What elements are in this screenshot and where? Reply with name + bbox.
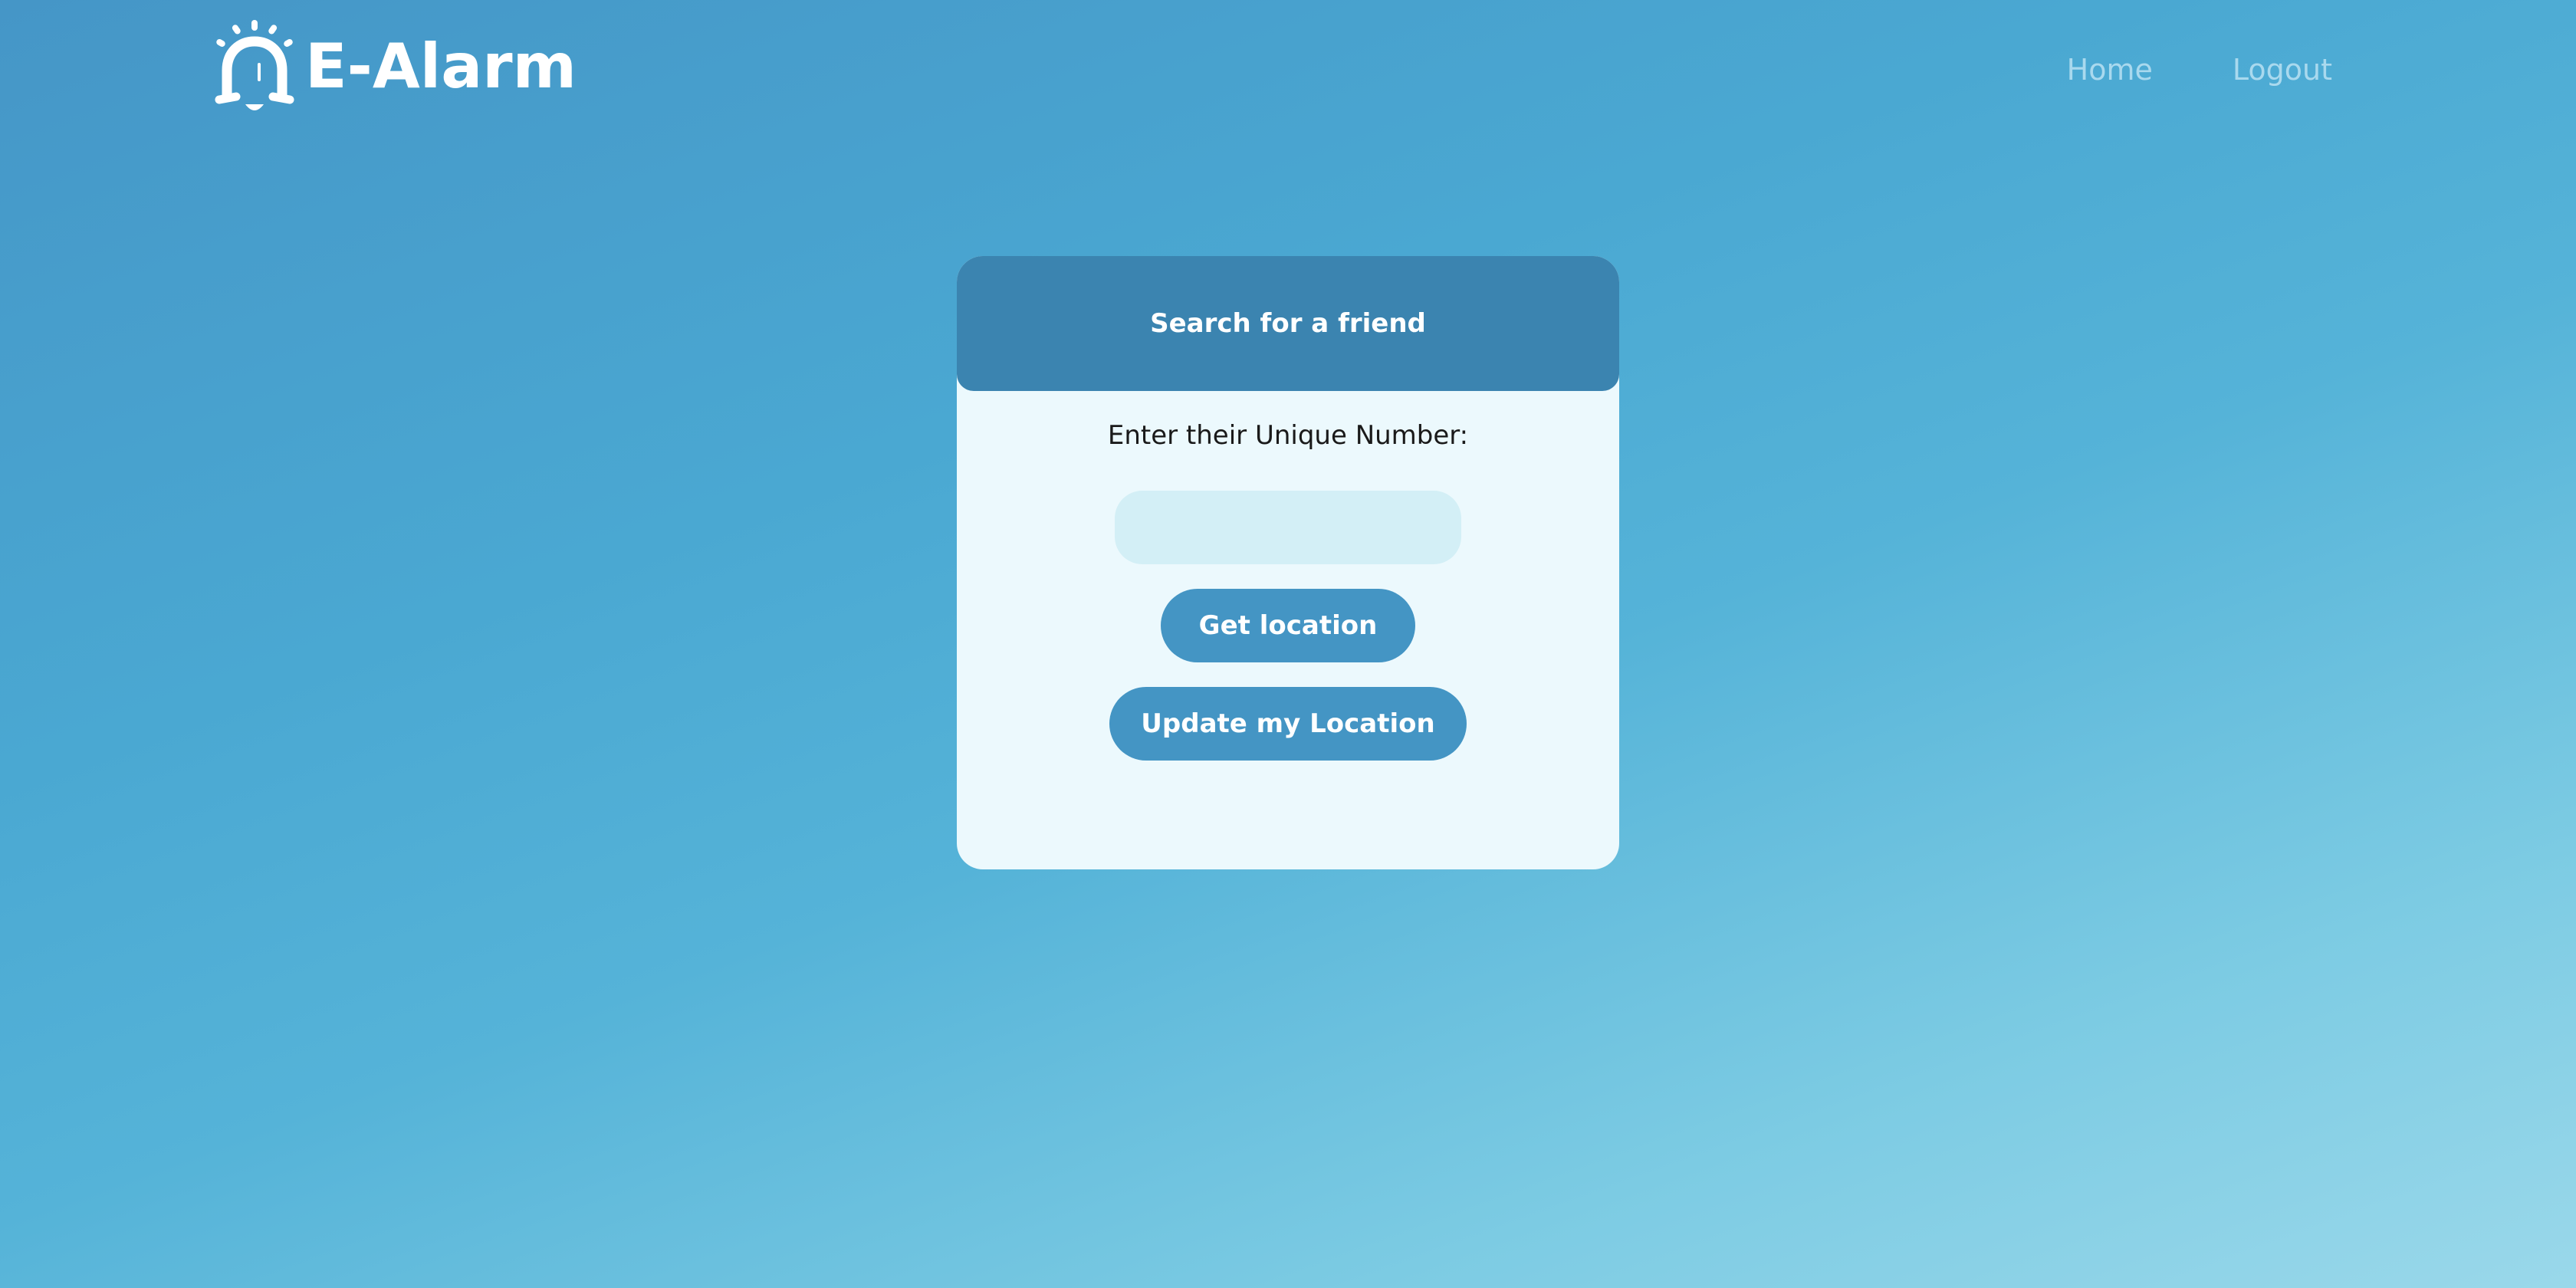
card-body: Enter their Unique Number: Get location … xyxy=(957,391,1619,761)
top-navbar: E-Alarm Home Logout xyxy=(0,0,2576,153)
get-location-button[interactable]: Get location xyxy=(1161,589,1415,662)
nav-logout-link[interactable]: Logout xyxy=(2233,55,2332,84)
card-header: Search for a friend xyxy=(957,256,1619,391)
unique-number-label: Enter their Unique Number: xyxy=(1107,420,1469,451)
update-my-location-button[interactable]: Update my Location xyxy=(1109,687,1467,761)
search-friend-card: Search for a friend Enter their Unique N… xyxy=(957,256,1619,869)
card-title: Search for a friend xyxy=(1150,308,1426,339)
unique-number-input[interactable] xyxy=(1115,491,1461,564)
brand-logo[interactable]: E-Alarm xyxy=(210,17,577,117)
brand-name: E-Alarm xyxy=(305,31,577,102)
nav-home-link[interactable]: Home xyxy=(2067,55,2153,84)
alarm-bell-icon xyxy=(215,20,294,110)
main-nav: Home Logout xyxy=(2067,55,2332,84)
